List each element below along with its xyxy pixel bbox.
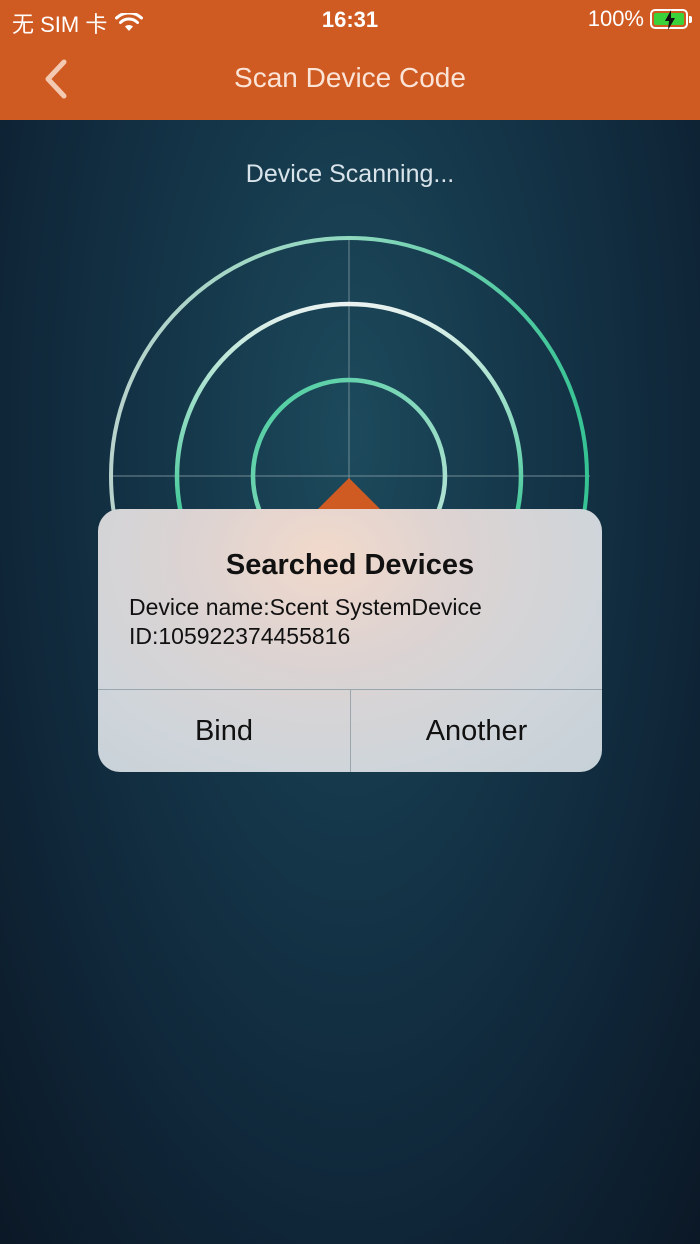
device-name-text: Device name:Scent SystemDevice (129, 594, 482, 620)
battery-status: 100% (587, 6, 692, 32)
battery-percent: 100% (587, 6, 644, 31)
another-button[interactable]: Another (351, 690, 602, 772)
scan-screen: 无 SIM 卡 16:31 100% Scan Device Code Devi… (0, 0, 700, 1244)
dialog-title: Searched Devices (225, 549, 475, 581)
searched-devices-dialog: Searched Devices Device name:Scent Syste… (98, 509, 602, 772)
device-id-text: ID:105922374455816 (129, 623, 351, 649)
status-bar: 无 SIM 卡 16:31 100% (0, 0, 700, 40)
bind-button[interactable]: Bind (98, 690, 350, 772)
charging-bolt-icon (665, 10, 675, 30)
scan-status-text: Device Scanning... (245, 160, 455, 188)
nav-bar: Scan Device Code (0, 40, 700, 120)
radar-sweep-marker (318, 478, 380, 509)
app-header: 无 SIM 卡 16:31 100% Scan Device Code (0, 0, 700, 120)
battery-cap (689, 16, 692, 23)
page-title: Scan Device Code (234, 62, 466, 93)
battery-level (654, 10, 684, 30)
battery-icon (650, 9, 692, 30)
